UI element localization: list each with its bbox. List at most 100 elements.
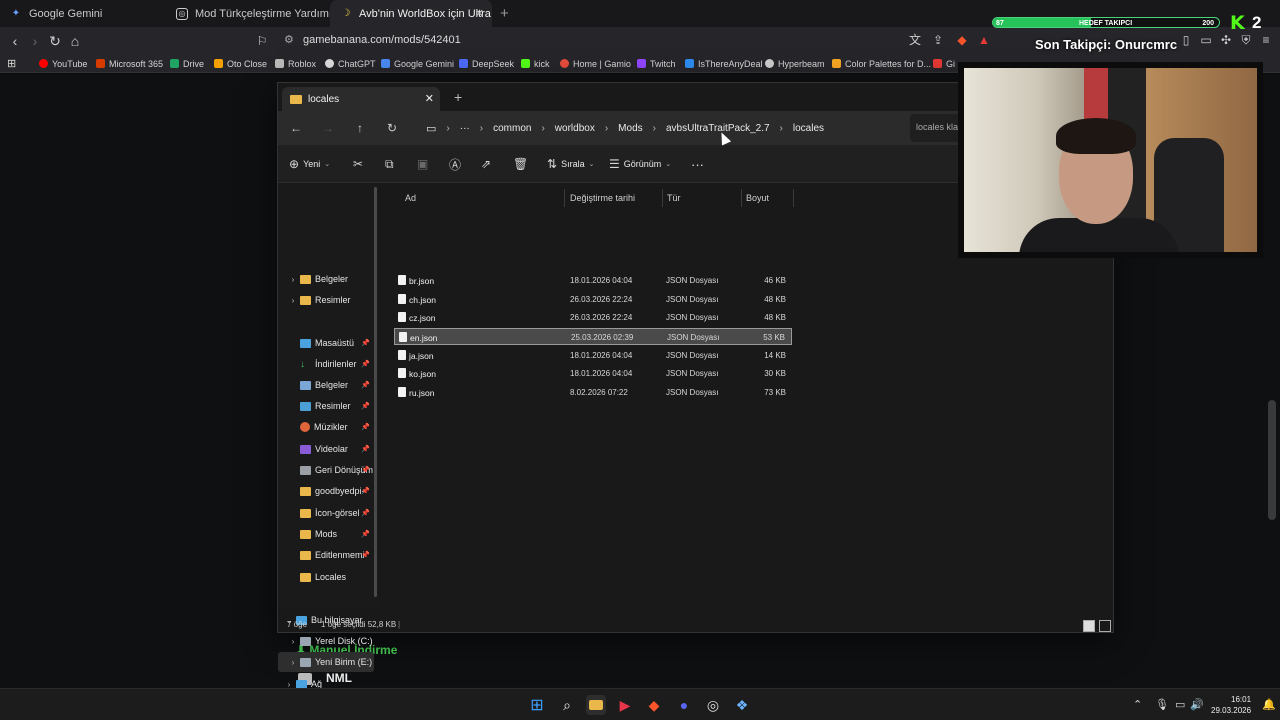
browser-tab-gamebanana[interactable]: ☽ Avb'nin WorldBox için Ultra Özel ✕ bbox=[330, 0, 492, 27]
app-icon[interactable]: ❖ bbox=[732, 695, 752, 715]
bookmark-roblox[interactable]: Roblox bbox=[275, 56, 316, 71]
close-tab-icon[interactable]: ✕ bbox=[475, 7, 484, 20]
file-explorer-icon[interactable] bbox=[586, 695, 606, 715]
sidebar-item-videolar[interactable]: Videolar 📌 bbox=[278, 439, 374, 459]
bookmark-kick[interactable]: kick bbox=[521, 56, 550, 71]
bookmark-gi[interactable]: Gi bbox=[933, 56, 955, 71]
new-button[interactable]: ⊕ Yeni ⌄ bbox=[289, 156, 330, 172]
share-button[interactable]: ⇗ bbox=[481, 156, 491, 172]
column-divider[interactable] bbox=[741, 189, 742, 207]
column-header-size[interactable]: Boyut bbox=[746, 193, 769, 203]
delete-button[interactable]: 🗑 bbox=[513, 156, 528, 172]
reload-icon[interactable]: ↻ bbox=[46, 32, 64, 50]
sidebar-item-yerel-disk-c[interactable]: › Yerel Disk (C:) bbox=[278, 631, 374, 651]
sidebar-item-locales[interactable]: Locales bbox=[278, 567, 374, 587]
extensions-icon[interactable]: ✣ bbox=[1219, 33, 1233, 47]
breadcrumb-pack[interactable]: avbsUltraTraitPack_2.7 bbox=[658, 123, 778, 134]
cut-button[interactable]: ✂ bbox=[353, 156, 363, 172]
bookmark-twitch[interactable]: Twitch bbox=[637, 56, 676, 71]
browser-tab-gemini[interactable]: ✦ Google Gemini bbox=[0, 0, 166, 27]
forward-icon[interactable]: → bbox=[320, 120, 336, 136]
sidebar-item-geri-donusum[interactable]: Geri Dönüşüm 📌 bbox=[278, 460, 374, 480]
sidebar-item-belgeler[interactable]: › Belgeler bbox=[278, 269, 374, 289]
file-row[interactable]: ch.json 26.03.2026 22:24 JSON Dosyası 48… bbox=[394, 291, 792, 308]
bookmark-chatgpt[interactable]: ChatGPT bbox=[325, 56, 376, 71]
bookmark-microsoft365[interactable]: Microsoft 365 bbox=[96, 56, 163, 71]
column-header-name[interactable]: Ad bbox=[405, 193, 416, 203]
sidebar-item-belgeler-pinned[interactable]: Belgeler 📌 bbox=[278, 375, 374, 395]
bookmark-gamio[interactable]: Home | Gamio bbox=[560, 56, 631, 71]
column-header-modified[interactable]: Değiştirme tarihi bbox=[570, 193, 635, 203]
bookmark-hyperbeam[interactable]: Hyperbeam bbox=[765, 56, 825, 71]
site-info-icon[interactable]: ⚙ bbox=[284, 33, 294, 46]
more-options-icon[interactable]: ··· bbox=[691, 156, 704, 172]
this-pc-icon[interactable]: ▭ bbox=[418, 122, 444, 135]
sidebar-item-editlenmemis[interactable]: Editlenmemi 📌 bbox=[278, 545, 374, 565]
sort-button[interactable]: ⇅ Sırala ⌄ bbox=[547, 156, 594, 172]
back-icon[interactable]: ‹ bbox=[6, 32, 24, 50]
windows-start-icon[interactable]: ⊞ bbox=[527, 695, 547, 715]
bookmark-isthereanydeal[interactable]: IsThereAnyDeal bbox=[685, 56, 763, 71]
discord-icon[interactable]: ● bbox=[674, 695, 694, 715]
file-row[interactable]: ja.json 18.01.2026 04:04 JSON Dosyası 14… bbox=[394, 347, 792, 364]
home-icon[interactable]: ⌂ bbox=[66, 32, 84, 50]
file-row[interactable]: cz.json 26.03.2026 22:24 JSON Dosyası 48… bbox=[394, 309, 792, 326]
bookmark-color-palettes[interactable]: Color Palettes for D... bbox=[832, 56, 931, 71]
obs-icon[interactable]: ◎ bbox=[703, 695, 723, 715]
file-row[interactable]: ko.json 18.01.2026 04:04 JSON Dosyası 30… bbox=[394, 365, 792, 382]
breadcrumb-common[interactable]: common bbox=[485, 123, 539, 134]
copy-button[interactable]: ⧉ bbox=[385, 156, 394, 172]
microphone-icon[interactable]: 🎙 bbox=[1155, 698, 1169, 711]
system-clock[interactable]: 16:01 29.03.2026 bbox=[1211, 694, 1251, 716]
sidebar-item-muzikler[interactable]: Müzikler 📌 bbox=[278, 417, 374, 437]
refresh-icon[interactable]: ↻ bbox=[384, 120, 400, 136]
vpn-icon[interactable]: ⛨ bbox=[1239, 33, 1253, 47]
column-divider[interactable] bbox=[564, 189, 565, 207]
file-row-selected[interactable]: en.json 25.03.2026 02:39 JSON Dosyası 53… bbox=[394, 328, 792, 345]
apps-icon[interactable]: ⊞ bbox=[7, 56, 16, 71]
sidebar-item-resimler-pinned[interactable]: Resimler 📌 bbox=[278, 396, 374, 416]
bookmark-drive[interactable]: Drive bbox=[170, 56, 204, 71]
share-icon[interactable]: ⇪ bbox=[931, 33, 945, 47]
translate-icon[interactable]: 文 bbox=[908, 33, 922, 47]
sidebar-item-resimler[interactable]: › Resimler bbox=[278, 290, 374, 310]
bookmark-youtube[interactable]: YouTube bbox=[39, 56, 87, 71]
sidebar-item-masaustu[interactable]: Masaüstü 📌 bbox=[278, 333, 374, 353]
breadcrumb-locales[interactable]: locales bbox=[785, 123, 832, 134]
search-icon[interactable]: ⌕ bbox=[557, 695, 577, 715]
explorer-tab[interactable]: locales ✕ bbox=[282, 87, 440, 111]
bookmark-icon[interactable]: ⚐ bbox=[253, 32, 271, 50]
file-row[interactable]: br.json 18.01.2026 04:04 JSON Dosyası 46… bbox=[394, 272, 792, 289]
sidebar-item-icon-gorsel[interactable]: İcon-görsel 📌 bbox=[278, 503, 374, 523]
new-tab-button[interactable]: + bbox=[500, 5, 509, 22]
bookmark-oto-close[interactable]: Oto Close bbox=[214, 56, 267, 71]
view-button[interactable]: ☰ Görünüm ⌄ bbox=[609, 156, 671, 172]
bookmark-gemini[interactable]: Google Gemini bbox=[381, 56, 454, 71]
brave-browser-icon[interactable]: ◆ bbox=[644, 695, 664, 715]
breadcrumb-mods[interactable]: Mods bbox=[610, 123, 650, 134]
notification-icon[interactable]: 🔔 bbox=[1262, 698, 1276, 711]
column-divider[interactable] bbox=[793, 189, 794, 207]
paste-button[interactable]: ▣ bbox=[417, 156, 428, 172]
menu-icon[interactable]: ≡ bbox=[1259, 33, 1273, 47]
url-field[interactable]: gamebanana.com/mods/542401 bbox=[303, 34, 461, 46]
sidebar-item-mods[interactable]: Mods 📌 bbox=[278, 524, 374, 544]
network-icon[interactable]: ▭ bbox=[1175, 698, 1185, 711]
explorer-new-tab-button[interactable]: + bbox=[454, 89, 462, 105]
rename-button[interactable]: Ⓐ bbox=[449, 156, 461, 172]
tiles-view-button[interactable] bbox=[1099, 620, 1111, 632]
sidebar-item-yeni-birim-e[interactable]: › Yeni Birim (E:) bbox=[278, 652, 374, 672]
column-divider[interactable] bbox=[662, 189, 663, 207]
page-scrollbar[interactable] bbox=[1268, 400, 1276, 520]
wallet-icon[interactable]: ▭ bbox=[1199, 33, 1213, 47]
forward-icon[interactable]: › bbox=[26, 32, 44, 50]
sidebar-toggle-icon[interactable]: ▯ bbox=[1179, 33, 1193, 47]
file-row[interactable]: ru.json 8.02.2026 07:22 JSON Dosyası 73 … bbox=[394, 384, 792, 401]
tray-overflow-icon[interactable]: ⌃ bbox=[1133, 698, 1142, 711]
breadcrumb-worldbox[interactable]: worldbox bbox=[547, 123, 603, 134]
browser-tab-chat[interactable]: ◎ Mod Türkçeleştirme Yardımı bbox=[166, 0, 330, 27]
close-tab-icon[interactable]: ✕ bbox=[425, 92, 434, 105]
sidebar-scrollbar[interactable] bbox=[374, 187, 377, 597]
details-view-button[interactable] bbox=[1083, 620, 1095, 632]
media-player-icon[interactable]: ▶ bbox=[615, 695, 635, 715]
